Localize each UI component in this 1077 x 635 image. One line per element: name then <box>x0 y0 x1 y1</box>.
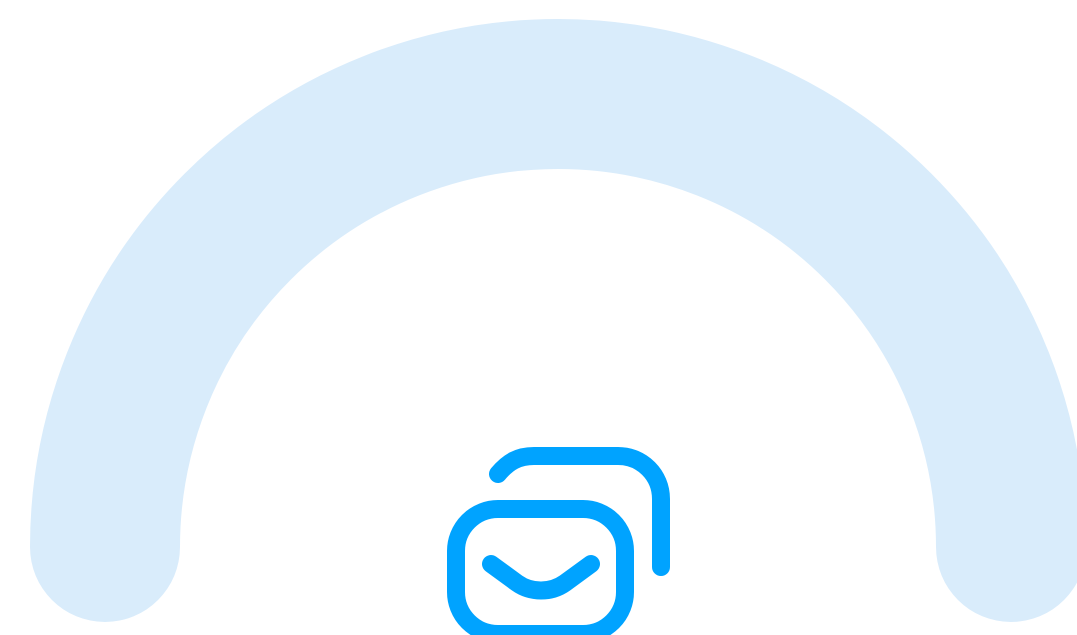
decorative-arc <box>30 19 1077 622</box>
messages-icon <box>447 447 670 635</box>
envelope-flap <box>482 555 600 600</box>
illustration-canvas <box>0 0 1077 635</box>
illustration-svg <box>30 19 1077 635</box>
front-envelope-body <box>447 500 634 635</box>
